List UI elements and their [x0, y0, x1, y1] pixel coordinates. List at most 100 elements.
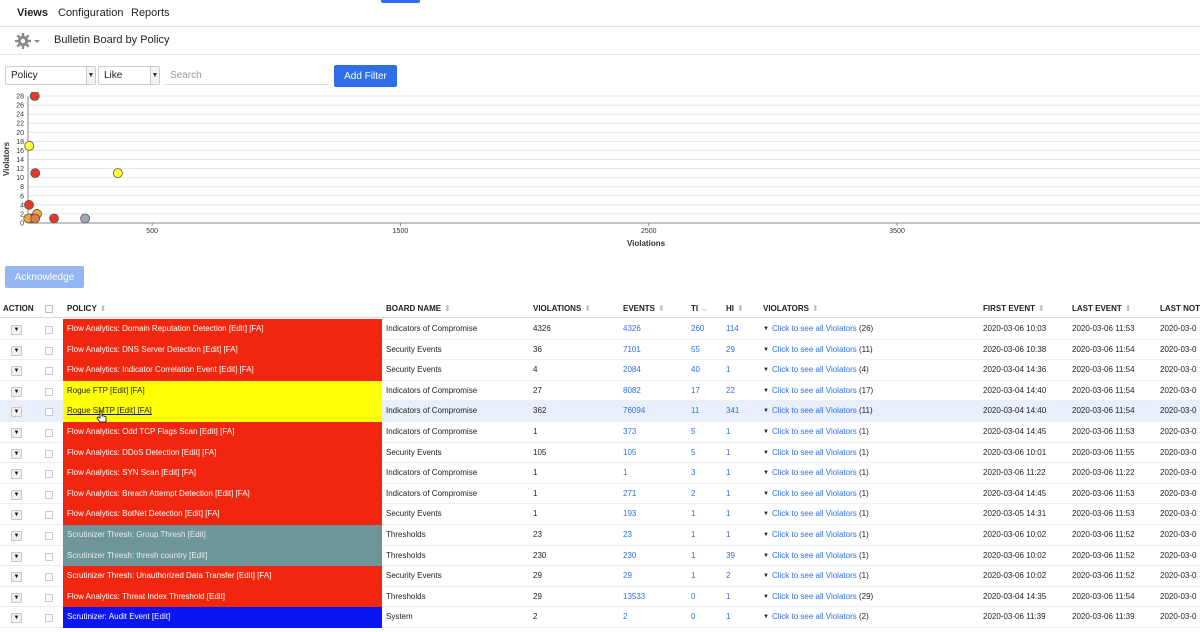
- ti-link[interactable]: 3: [691, 463, 721, 484]
- row-action-dropdown[interactable]: ▼: [11, 427, 22, 438]
- ti-link[interactable]: 11: [691, 401, 721, 422]
- row-checkbox[interactable]: [45, 449, 53, 458]
- violators-link[interactable]: Click to see all Violators: [772, 324, 857, 333]
- row-action-dropdown[interactable]: ▼: [11, 325, 22, 335]
- hi-link[interactable]: 1: [726, 360, 756, 381]
- ti-link[interactable]: 0: [691, 587, 721, 608]
- table-row[interactable]: ▼ Scrutinizer Thresh: Unauthorized Data T…: [0, 566, 1200, 587]
- hi-link[interactable]: 1: [726, 463, 756, 484]
- hi-link[interactable]: 341: [726, 401, 756, 422]
- policy-name[interactable]: Scrutinizer Thresh: thresh country [Edit…: [67, 551, 207, 560]
- ti-link[interactable]: 17: [691, 381, 721, 402]
- row-action-dropdown[interactable]: ▼: [11, 592, 22, 603]
- policy-cell[interactable]: Flow Analytics: SYN Scan [Edit] [FA]: [63, 463, 382, 484]
- row-action-dropdown[interactable]: ▼: [11, 510, 22, 521]
- row-checkbox[interactable]: [45, 346, 53, 355]
- events-link[interactable]: 2084: [623, 360, 683, 381]
- events-link[interactable]: 29: [623, 566, 683, 587]
- row-checkbox[interactable]: [45, 614, 53, 623]
- caret-down-icon[interactable]: ▼: [763, 367, 769, 373]
- row-checkbox[interactable]: [45, 531, 53, 540]
- row-checkbox[interactable]: [45, 511, 53, 520]
- events-link[interactable]: 7101: [623, 340, 683, 361]
- table-row[interactable]: ▼ Flow Analytics: Odd TCP Flags Scan [Edi…: [0, 421, 1200, 443]
- caret-down-icon[interactable]: ▼: [763, 594, 769, 600]
- hi-link[interactable]: 29: [726, 340, 756, 361]
- violators-link[interactable]: Click to see all Violators: [772, 571, 857, 580]
- ti-link[interactable]: 260: [691, 319, 721, 340]
- row-action-dropdown[interactable]: ▼: [11, 345, 22, 356]
- caret-down-icon[interactable]: ▼: [763, 553, 769, 559]
- events-link[interactable]: 373: [623, 422, 683, 443]
- acknowledge-button[interactable]: Acknowledge: [5, 266, 84, 288]
- events-link[interactable]: 76094: [623, 401, 683, 422]
- table-row[interactable]: ▼ Flow Analytics: SYN Scan [Edit] [FA] Ind…: [0, 463, 1200, 484]
- policy-name[interactable]: Flow Analytics: Odd TCP Flags Scan [Edit…: [67, 427, 234, 436]
- search-input[interactable]: [164, 66, 329, 85]
- row-action-dropdown[interactable]: ▼: [11, 530, 22, 541]
- table-row[interactable]: ▼ Flow Analytics: Domain Reputation Detec…: [0, 319, 1200, 340]
- events-link[interactable]: 4326: [623, 319, 683, 340]
- policy-name[interactable]: Flow Analytics: SYN Scan [Edit] [FA]: [67, 468, 196, 477]
- table-row[interactable]: ▼ Flow Analytics: Breach Attempt Detectio…: [0, 483, 1200, 505]
- row-action-dropdown[interactable]: ▼: [11, 469, 22, 480]
- policy-name[interactable]: Flow Analytics: Indicator Correlation Ev…: [67, 365, 254, 374]
- table-row[interactable]: ▼ Rogue FTP [Edit] [FA] Indicators of Comp…: [0, 380, 1200, 402]
- ti-link[interactable]: 1: [691, 525, 721, 546]
- violators-link[interactable]: Click to see all Violators: [772, 345, 857, 354]
- policy-cell[interactable]: Flow Analytics: Odd TCP Flags Scan [Edit…: [63, 421, 382, 443]
- policy-cell[interactable]: Flow Analytics: DNS Server Detection [Ed…: [63, 339, 382, 361]
- col-header-last-event[interactable]: LAST EVENT ⬍: [1072, 304, 1131, 313]
- violators-link[interactable]: Click to see all Violators: [772, 448, 857, 457]
- col-header-violators[interactable]: VIOLATORS ⬍: [763, 304, 819, 313]
- violators-link[interactable]: Click to see all Violators: [772, 530, 857, 539]
- violators-link[interactable]: Click to see all Violators: [772, 406, 857, 415]
- row-checkbox[interactable]: [45, 470, 53, 479]
- col-header-hi[interactable]: HI ⬍: [726, 304, 744, 313]
- hi-link[interactable]: 1: [726, 504, 756, 525]
- hi-link[interactable]: 1: [726, 587, 756, 608]
- policy-name[interactable]: Scrutinizer: Audit Event [Edit]: [67, 612, 170, 621]
- col-header-last-notified[interactable]: LAST NOTI: [1160, 304, 1200, 313]
- table-row[interactable]: ▼ Flow Analytics: DDoS Detection [Edit] […: [0, 442, 1200, 464]
- col-header-ti[interactable]: TI ⌄: [691, 304, 708, 313]
- policy-cell[interactable]: Flow Analytics: Domain Reputation Detect…: [63, 319, 382, 340]
- row-checkbox[interactable]: [45, 490, 53, 499]
- gear-icon[interactable]: [14, 32, 42, 50]
- events-link[interactable]: 8082: [623, 381, 683, 402]
- ti-link[interactable]: 1: [691, 566, 721, 587]
- table-row[interactable]: ▼ Scrutinizer: Audit Event [Edit] System 2 2…: [0, 607, 1200, 628]
- events-link[interactable]: 230: [623, 546, 683, 567]
- policy-cell[interactable]: Flow Analytics: DDoS Detection [Edit] [F…: [63, 442, 382, 464]
- row-checkbox[interactable]: [45, 593, 53, 602]
- violators-link[interactable]: Click to see all Violators: [772, 489, 857, 498]
- events-link[interactable]: 13533: [623, 587, 683, 608]
- tab-views[interactable]: Views: [17, 7, 48, 19]
- row-checkbox[interactable]: [45, 552, 53, 561]
- ti-link[interactable]: 5: [691, 443, 721, 464]
- hi-link[interactable]: 1: [726, 607, 756, 628]
- events-link[interactable]: 105: [623, 443, 683, 464]
- caret-down-icon[interactable]: ▼: [763, 450, 769, 456]
- violators-link[interactable]: Click to see all Violators: [772, 386, 857, 395]
- violators-link[interactable]: Click to see all Violators: [772, 468, 857, 477]
- policy-cell[interactable]: Scrutinizer: Audit Event [Edit]: [63, 607, 382, 628]
- ti-link[interactable]: 1: [691, 546, 721, 567]
- policy-name[interactable]: Flow Analytics: DDoS Detection [Edit] [F…: [67, 448, 216, 457]
- policy-cell[interactable]: Flow Analytics: Threat Index Threshold […: [63, 586, 382, 608]
- violators-link[interactable]: Click to see all Violators: [772, 509, 857, 518]
- hi-link[interactable]: 2: [726, 566, 756, 587]
- caret-down-icon[interactable]: ▼: [763, 470, 769, 476]
- policy-name[interactable]: Flow Analytics: Breach Attempt Detection…: [67, 489, 250, 498]
- policy-cell[interactable]: Flow Analytics: Indicator Correlation Ev…: [63, 360, 382, 381]
- row-checkbox[interactable]: [45, 428, 53, 437]
- table-row[interactable]: ▼ Scrutinizer Thresh: Group Thresh [Edit]…: [0, 524, 1200, 546]
- policy-name[interactable]: Flow Analytics: Domain Reputation Detect…: [67, 324, 264, 333]
- table-row[interactable]: ▼ Rogue SMTP [Edit] [FA] Indicators of Com…: [0, 401, 1200, 422]
- policy-name[interactable]: Rogue FTP [Edit] [FA]: [67, 386, 145, 395]
- policy-name[interactable]: Flow Analytics: Threat Index Threshold […: [67, 592, 225, 601]
- hi-link[interactable]: 1: [726, 443, 756, 464]
- ti-link[interactable]: 40: [691, 360, 721, 381]
- caret-down-icon[interactable]: ▼: [763, 614, 769, 620]
- row-action-dropdown[interactable]: ▼: [11, 407, 22, 418]
